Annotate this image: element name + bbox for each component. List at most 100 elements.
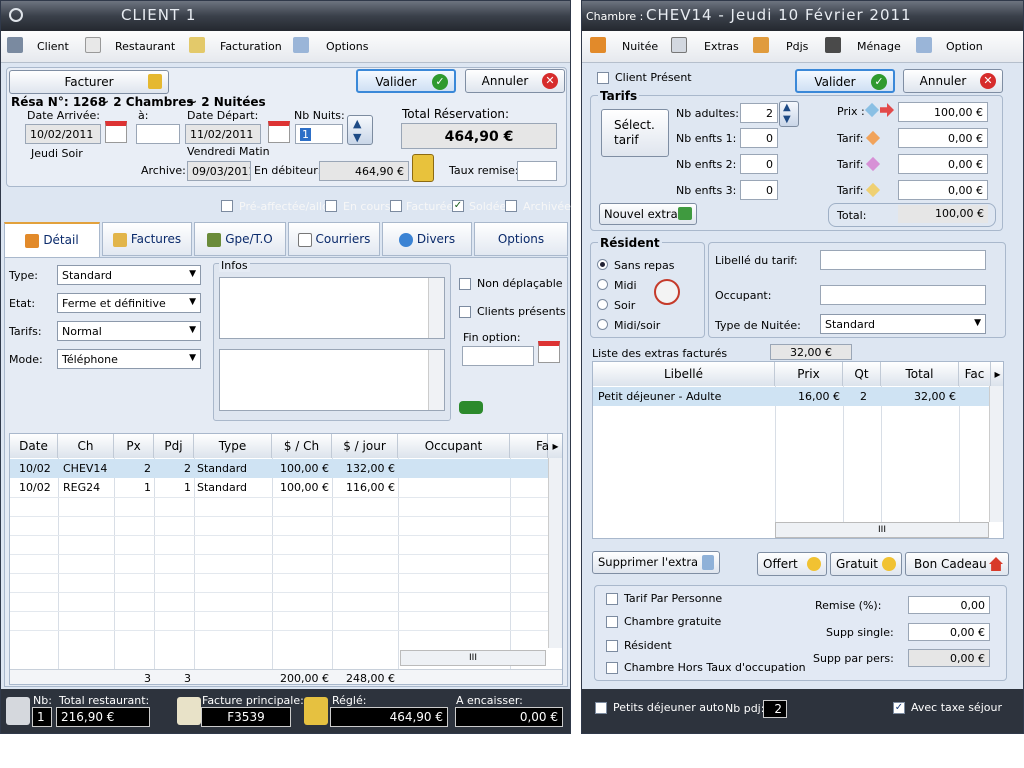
annuler-button[interactable]: Annuler ✕	[465, 69, 565, 93]
menu-extras[interactable]: Extras	[704, 40, 739, 53]
annuler-button[interactable]: Annuler ✕	[903, 69, 1003, 93]
scroll-right-icon[interactable]: ▸	[991, 362, 1003, 386]
col-header-qt[interactable]: Qt	[843, 362, 881, 386]
tab-detail[interactable]: Détail	[4, 222, 100, 258]
chambre-gratuite-checkbox[interactable]	[606, 616, 618, 628]
tarifs-select[interactable]: Normal ▼	[57, 321, 201, 341]
col-header-fa[interactable]: Fa	[510, 434, 549, 458]
remise-field[interactable]: 0,00	[908, 596, 990, 614]
facturer-button[interactable]: Facturer	[9, 70, 169, 94]
calendar-icon[interactable]	[538, 341, 560, 363]
date-arrivee-field[interactable]: 10/02/2011	[25, 124, 101, 144]
tab-courriers[interactable]: Courriers	[288, 222, 380, 256]
tarif3-field[interactable]: 0,00 €	[898, 180, 988, 200]
type-select[interactable]: Standard ▼	[57, 265, 201, 285]
tab-factures[interactable]: Factures	[102, 222, 192, 256]
col-header-pdj[interactable]: Pdj	[154, 434, 194, 458]
col-header-occupant[interactable]: Occupant	[398, 434, 510, 458]
tarif1-field[interactable]: 0,00 €	[898, 128, 988, 148]
gratuit-button[interactable]: Gratuit	[830, 552, 902, 576]
valider-button[interactable]: Valider ✓	[356, 69, 456, 93]
occupant-field[interactable]	[820, 285, 986, 305]
status-encours-checkbox[interactable]	[325, 200, 337, 212]
col-header-libelle[interactable]: Libellé	[593, 362, 775, 386]
date-depart-field[interactable]: 11/02/2011	[185, 124, 261, 144]
client-present-checkbox[interactable]	[597, 72, 609, 84]
calendar-icon[interactable]	[105, 121, 127, 143]
horizontal-scrollbar[interactable]: III	[775, 522, 989, 538]
status-archivee-checkbox[interactable]	[505, 200, 517, 212]
type-nuitee-select[interactable]: Standard ▼	[820, 314, 986, 334]
tab-divers[interactable]: Divers	[382, 222, 472, 256]
bon-cadeau-button[interactable]: Bon Cadeau	[905, 552, 1009, 576]
nb-enfts2-field[interactable]: 0	[740, 154, 778, 174]
pension-soir-radio[interactable]	[597, 299, 608, 310]
status-facturee-checkbox[interactable]	[390, 200, 402, 212]
col-header-fac[interactable]: Fac	[959, 362, 991, 386]
supp-single-field[interactable]: 0,00 €	[908, 623, 990, 641]
col-header-date[interactable]: Date	[10, 434, 58, 458]
tab-options[interactable]: Options	[474, 222, 568, 256]
menu-nuitee[interactable]: Nuitée	[622, 40, 658, 53]
col-header-total[interactable]: Total	[881, 362, 959, 386]
table-row[interactable]: 10/02 CHEV14 2 2 Standard 100,00 € 132,0…	[10, 459, 548, 478]
col-header-px[interactable]: Px	[114, 434, 154, 458]
horizontal-scrollbar[interactable]: III	[400, 650, 546, 666]
hors-taux-checkbox[interactable]	[606, 662, 618, 674]
pension-sans-repas-radio[interactable]	[597, 259, 608, 270]
table-row[interactable]: 10/02 REG24 1 1 Standard 100,00 € 116,00…	[10, 478, 548, 497]
list-item[interactable]: Petit déjeuner - Adulte 16,00 € 2 32,00 …	[593, 387, 989, 406]
infos-textarea-1[interactable]	[219, 277, 445, 339]
menu-pdjs[interactable]: Pdjs	[786, 40, 808, 53]
menu-client[interactable]: Client	[37, 40, 69, 53]
tab-gpe-to[interactable]: Gpe/T.O	[194, 222, 286, 256]
non-deplacable-checkbox[interactable]	[459, 278, 471, 290]
scroll-thumb[interactable]: III	[878, 525, 886, 535]
taux-remise-field[interactable]	[517, 161, 557, 181]
menu-menage[interactable]: Ménage	[857, 40, 901, 53]
offert-button[interactable]: Offert	[757, 552, 827, 576]
col-header-prix[interactable]: Prix	[775, 362, 843, 386]
resident-checkbox[interactable]	[606, 640, 618, 652]
fin-option-field[interactable]	[462, 346, 534, 366]
pdj-auto-checkbox[interactable]	[595, 702, 607, 714]
supprimer-extra-button[interactable]: Supprimer l'extra	[592, 551, 720, 574]
nb-enfts3-field[interactable]: 0	[740, 180, 778, 200]
nb-adultes-stepper[interactable]: ▲ ▼	[779, 101, 799, 127]
valider-button[interactable]: Valider ✓	[795, 69, 895, 93]
menu-option[interactable]: Option	[946, 40, 983, 53]
heure-arrivee-field[interactable]	[136, 124, 180, 144]
nb-nuits-field[interactable]: 1	[295, 124, 343, 144]
libelle-tarif-field[interactable]	[820, 250, 986, 270]
mode-select[interactable]: Téléphone ▼	[57, 349, 201, 369]
taxe-sejour-checkbox[interactable]: ✓	[893, 702, 905, 714]
nouvel-extra-button[interactable]: Nouvel extra	[599, 203, 697, 225]
menu-options[interactable]: Options	[326, 40, 368, 53]
clients-presents-checkbox[interactable]	[459, 306, 471, 318]
col-header-prix-ch[interactable]: $ / Ch	[272, 434, 332, 458]
scroll-thumb[interactable]: III	[469, 653, 477, 663]
status-soldee-checkbox[interactable]: ✓	[452, 200, 464, 212]
search-icon[interactable]	[9, 8, 23, 22]
col-header-prix-jour[interactable]: $ / jour	[332, 434, 398, 458]
status-preaffectee-checkbox[interactable]	[221, 200, 233, 212]
menu-facturation[interactable]: Facturation	[220, 40, 282, 53]
nb-nuits-stepper[interactable]: ▲ ▼	[347, 115, 373, 145]
infos-textarea-2[interactable]	[219, 349, 445, 411]
tarif-par-personne-checkbox[interactable]	[606, 593, 618, 605]
pension-midi-radio[interactable]	[597, 279, 608, 290]
etat-select[interactable]: Ferme et définitive ▼	[57, 293, 201, 313]
calendar-icon[interactable]	[268, 121, 290, 143]
nb-adultes-field[interactable]: 2	[740, 103, 778, 123]
prix-field[interactable]: 100,00 €	[898, 102, 988, 122]
pension-midi-soir-radio[interactable]	[597, 319, 608, 330]
vertical-scrollbar[interactable]	[548, 458, 562, 648]
scroll-right-icon[interactable]: ▸	[548, 434, 562, 458]
nb-enfts1-field[interactable]: 0	[740, 128, 778, 148]
col-header-ch[interactable]: Ch	[58, 434, 114, 458]
select-tarif-button[interactable]: Sélect. tarif	[601, 109, 669, 157]
nb-pdj-field[interactable]: 2	[763, 700, 787, 718]
vertical-scrollbar[interactable]	[989, 386, 1003, 522]
menu-restaurant[interactable]: Restaurant	[115, 40, 175, 53]
tarif2-field[interactable]: 0,00 €	[898, 154, 988, 174]
